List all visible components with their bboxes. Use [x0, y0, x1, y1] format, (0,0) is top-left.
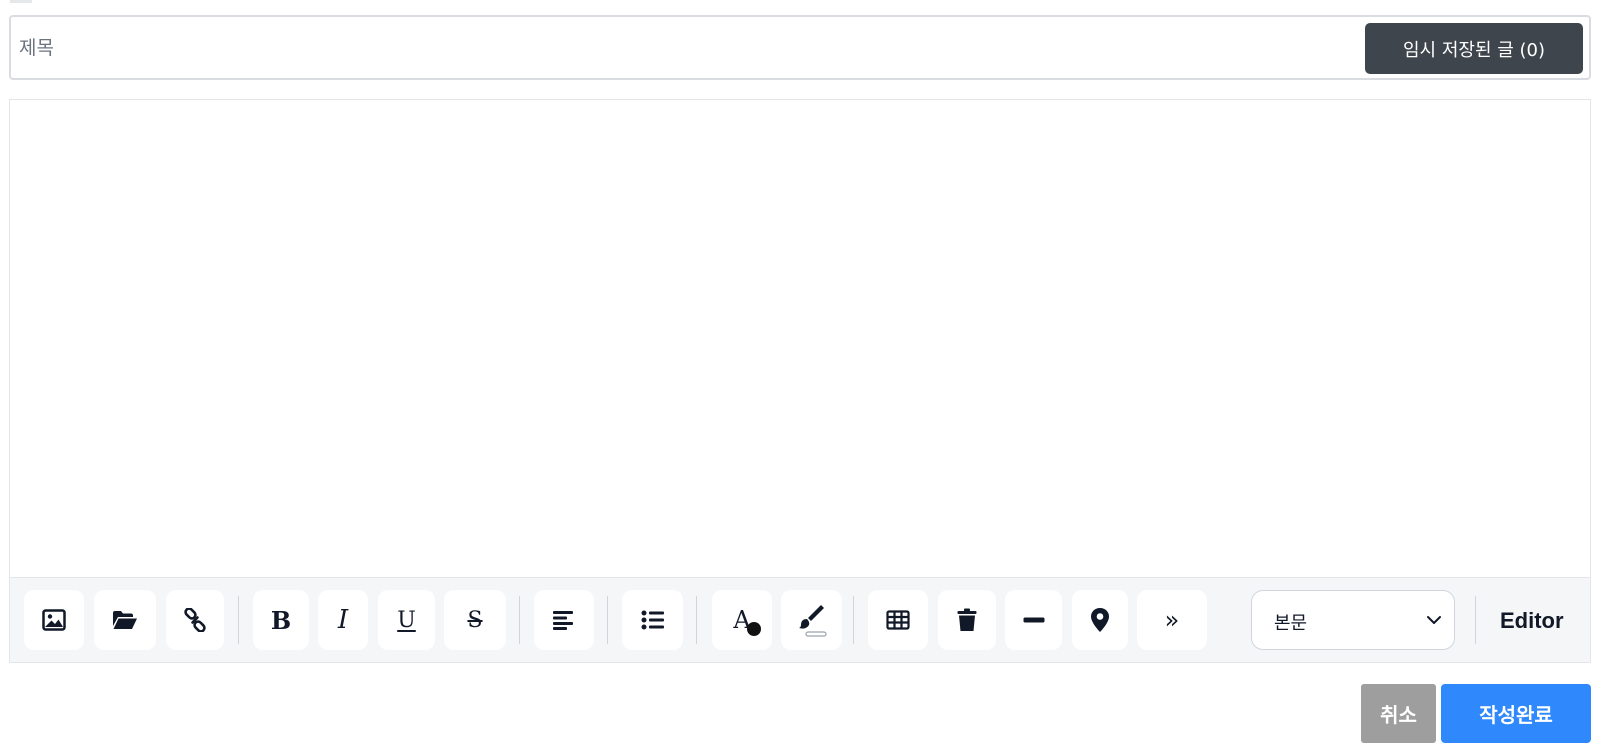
editor-mode-toggle[interactable]: Editor	[1500, 608, 1564, 634]
bullet-list-button[interactable]	[622, 590, 683, 650]
underline-icon: U	[397, 607, 416, 633]
italic-icon: I	[337, 605, 349, 635]
horizontal-rule-button[interactable]	[1005, 590, 1062, 650]
map-pin-icon	[1091, 608, 1109, 632]
insert-image-button[interactable]	[24, 590, 84, 650]
text-color-button[interactable]: A	[712, 590, 772, 650]
toolbar-divider	[696, 596, 697, 644]
editor-toolbar: B I U S A » 본문 Editor	[10, 577, 1590, 662]
title-input[interactable]	[19, 27, 1319, 69]
bold-button[interactable]: B	[253, 590, 309, 650]
text-color-swatch	[747, 622, 762, 636]
folder-open-icon	[113, 611, 137, 629]
insert-table-button[interactable]	[868, 590, 928, 650]
italic-button[interactable]: I	[318, 590, 368, 650]
delete-button[interactable]	[938, 590, 996, 650]
toolbar-divider	[1475, 596, 1476, 644]
highlight-color-button[interactable]	[781, 590, 842, 650]
align-left-icon	[553, 611, 573, 630]
toolbar-divider	[519, 596, 520, 644]
strikethrough-button[interactable]: S	[444, 590, 506, 650]
editor-content-area[interactable]	[10, 100, 1590, 579]
align-button[interactable]	[534, 590, 594, 650]
cancel-button[interactable]: 취소	[1361, 684, 1436, 743]
link-icon	[184, 608, 206, 632]
paragraph-style-select[interactable]: 본문	[1251, 590, 1455, 650]
bold-icon: B	[270, 605, 292, 635]
title-bar: 임시 저장된 글 (0)	[9, 15, 1591, 80]
editor: B I U S A » 본문 Editor	[9, 99, 1591, 663]
underline-button[interactable]: U	[378, 590, 435, 650]
saved-drafts-button[interactable]: 임시 저장된 글 (0)	[1365, 23, 1583, 74]
toolbar-divider	[853, 596, 854, 644]
insert-map-button[interactable]	[1072, 590, 1128, 650]
chevron-down-icon	[1427, 616, 1441, 624]
trash-icon	[957, 608, 977, 631]
paint-brush-icon	[798, 605, 827, 637]
minus-icon	[1023, 617, 1044, 623]
more-tools-button[interactable]: »	[1137, 590, 1207, 650]
strikethrough-icon: S	[467, 607, 483, 633]
image-icon	[42, 609, 66, 631]
paragraph-style-value: 본문	[1274, 613, 1308, 634]
toolbar-divider	[607, 596, 608, 644]
insert-link-button[interactable]	[166, 590, 224, 650]
attach-file-button[interactable]	[94, 590, 156, 650]
table-icon	[886, 610, 910, 630]
text-color-icon: A	[733, 606, 762, 636]
list-icon	[641, 610, 664, 630]
top-divider-mark	[10, 0, 32, 3]
toolbar-divider	[238, 596, 239, 644]
double-chevron-right-icon: »	[1164, 606, 1180, 634]
submit-button[interactable]: 작성완료	[1441, 684, 1591, 743]
